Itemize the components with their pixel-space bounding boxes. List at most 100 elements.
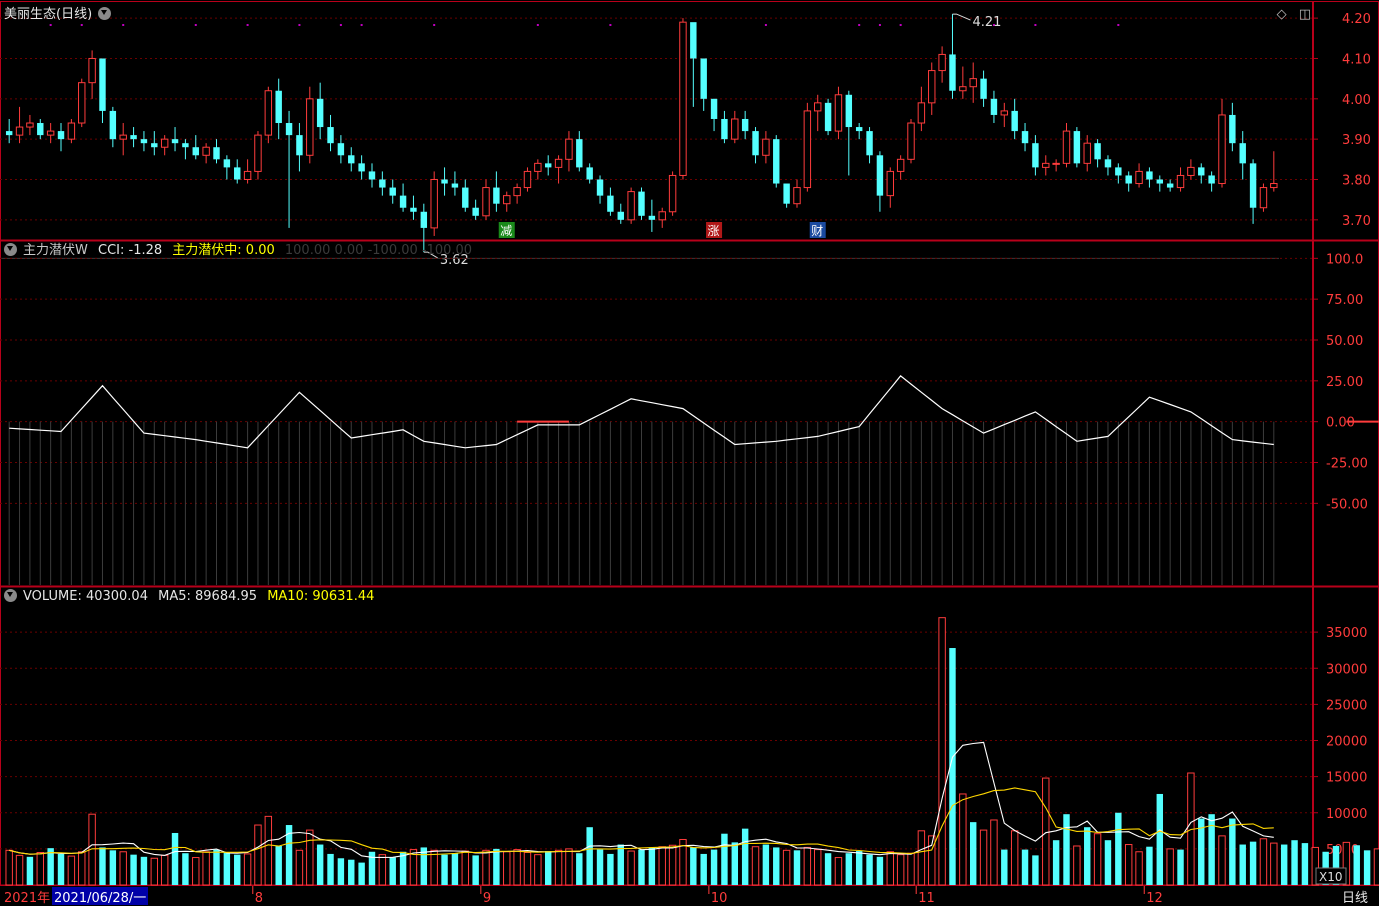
- volume-bar-up: [959, 793, 967, 886]
- marker-dot: [122, 24, 125, 26]
- indicator-menu-icon[interactable]: [4, 243, 17, 256]
- candle-up: [1042, 162, 1050, 168]
- candle-down: [192, 147, 199, 156]
- volume-bar-down: [47, 848, 54, 885]
- volume-bar-up: [1166, 848, 1174, 886]
- volume-tick-label: 30000: [1326, 662, 1367, 677]
- volume-bar-up: [886, 851, 894, 886]
- volume-bar-down: [493, 848, 500, 885]
- candle-up: [959, 86, 967, 92]
- marker-dot: [194, 24, 197, 26]
- candle-up: [565, 138, 573, 160]
- candle-down: [721, 118, 728, 140]
- volume-bar-down: [1301, 843, 1309, 885]
- candle-down: [783, 183, 790, 204]
- indicator-tick-label: 50.00: [1326, 334, 1363, 349]
- volume-bar-down: [1104, 840, 1112, 885]
- volume-bar-down: [845, 853, 853, 885]
- volume-bar-up: [523, 851, 532, 886]
- volume-bar-down: [441, 854, 448, 885]
- candle-up: [907, 122, 915, 160]
- volume-bar-up: [1073, 845, 1081, 886]
- volume-bar-down: [586, 827, 593, 885]
- volume-bar-down: [1063, 814, 1070, 885]
- candle-up: [762, 138, 770, 156]
- candle-down: [690, 22, 697, 59]
- volume-bar-up: [1270, 842, 1278, 886]
- volume-bar-down: [741, 828, 749, 885]
- window-toggle-icon[interactable]: ◫: [1299, 7, 1311, 22]
- volume-bar-down: [316, 844, 324, 885]
- indicator-tick-label: 25.00: [1326, 375, 1363, 390]
- volume-bar-down: [1084, 827, 1091, 885]
- volume-bar-down: [399, 851, 407, 885]
- volume-bar-up: [482, 849, 490, 886]
- marker-dot: [339, 24, 342, 26]
- candle-up: [26, 122, 34, 128]
- volume-bar-down: [969, 822, 977, 885]
- volume-bar-down: [57, 853, 65, 885]
- volume-bar-up: [1042, 777, 1050, 886]
- candle-up: [938, 53, 946, 72]
- volume-bar-up: [202, 851, 210, 886]
- candle-up: [896, 158, 905, 172]
- volume-bar-up: [917, 830, 926, 886]
- volume-tick-label: 15000: [1326, 771, 1367, 786]
- candle-down: [1115, 167, 1122, 176]
- volume-bar-down: [1280, 844, 1288, 885]
- candle-up: [243, 170, 252, 180]
- candle-down: [1094, 143, 1101, 160]
- candle-down: [451, 183, 459, 188]
- volume-menu-icon[interactable]: [4, 589, 17, 602]
- volume-bar-up: [78, 851, 86, 886]
- candle-up: [627, 191, 635, 221]
- dropdown-chevron-icon[interactable]: [98, 7, 112, 20]
- candle-up: [1062, 130, 1071, 164]
- volume-bar-up: [306, 829, 314, 886]
- volume-bar-up: [814, 849, 822, 886]
- volume-bar-down: [420, 847, 428, 885]
- candle-down: [327, 127, 334, 144]
- candle-down: [358, 163, 365, 172]
- candle-down: [1146, 171, 1153, 180]
- volume-bar-up: [254, 824, 262, 886]
- candle-up: [88, 57, 96, 84]
- marker-dot: [360, 24, 363, 26]
- volume-bar-down: [275, 845, 282, 885]
- background: [0, 0, 1379, 906]
- volume-bar-up: [751, 846, 760, 886]
- candle-down: [1032, 143, 1039, 168]
- diamond-icon[interactable]: ◇: [1277, 7, 1287, 22]
- candle-down: [410, 207, 417, 212]
- candle-down: [99, 58, 106, 111]
- candle-down: [700, 58, 707, 99]
- volume-bar-up: [627, 850, 635, 886]
- volume-bar-up: [160, 854, 169, 886]
- volume-bar-down: [1249, 841, 1257, 885]
- candle-down: [493, 187, 500, 204]
- candle-down: [1073, 131, 1081, 164]
- volume-bar-up: [295, 849, 304, 886]
- volume-bar-down: [337, 858, 345, 885]
- signal-badge-text: 减: [500, 224, 512, 238]
- candle-down: [389, 187, 396, 196]
- candle-up: [523, 170, 532, 189]
- volume-bar-down: [876, 856, 884, 885]
- volume-bar-up: [658, 846, 666, 886]
- candle-down: [182, 143, 189, 148]
- marker-dot: [536, 24, 539, 26]
- volume-bar-down: [348, 859, 355, 885]
- volume-bar-down: [1001, 849, 1008, 885]
- candle-up: [917, 102, 926, 124]
- volume-bar-down: [1363, 850, 1371, 885]
- candle-up: [1083, 142, 1091, 164]
- candle-up: [482, 187, 490, 217]
- volume-bar-up: [192, 857, 200, 886]
- volume-bar-down: [596, 849, 604, 885]
- indicator-tick-label: -25.00: [1326, 457, 1368, 472]
- volume-bar-up: [990, 819, 998, 886]
- marker-dot: [878, 24, 881, 26]
- candle-up: [513, 187, 521, 197]
- candle-down: [845, 94, 853, 128]
- candle-down: [1104, 159, 1112, 168]
